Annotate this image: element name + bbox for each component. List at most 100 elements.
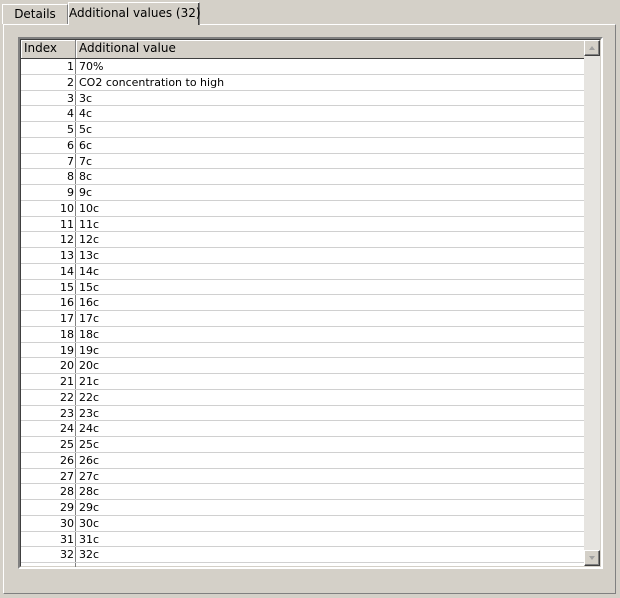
- table-row[interactable]: 7 7c: [21, 153, 596, 170]
- table-row[interactable]: 21 21c: [21, 374, 596, 390]
- additional-values-list[interactable]: Index Additional value 1 70% 2 CO2 concentr…: [18, 37, 603, 569]
- table-row[interactable]: 32 32c: [21, 547, 596, 563]
- table-row[interactable]: 5 5c: [21, 122, 596, 138]
- table-row[interactable]: 31 31c: [21, 531, 596, 548]
- row-index: 5: [21, 122, 76, 137]
- row-index: 27: [21, 468, 76, 484]
- row-additional-value: 10c: [79, 201, 100, 215]
- row-additional-value: 20c: [79, 359, 100, 373]
- row-additional-value: 23c: [79, 406, 100, 420]
- scroll-up-button[interactable]: [584, 40, 600, 56]
- row-additional-value: 8c: [79, 170, 93, 184]
- tab-additional-values[interactable]: Additional values (32): [68, 2, 201, 25]
- row-additional-value: 15c: [79, 280, 100, 294]
- row-additional-value: 21c: [79, 375, 100, 388]
- row-index: 1: [21, 59, 76, 74]
- scroll-down-arrow-icon: [589, 556, 595, 560]
- row-additional-value: 27c: [79, 469, 100, 483]
- tab-details[interactable]: Details: [2, 4, 68, 24]
- column-header-additional-value[interactable]: Additional value: [76, 40, 596, 58]
- row-additional-value: 5c: [79, 123, 93, 136]
- row-index: 4: [21, 106, 76, 121]
- empty-row-index: [21, 563, 76, 567]
- row-additional-value: 70%: [79, 60, 104, 73]
- table-row[interactable]: 26 26c: [21, 452, 596, 469]
- tab-panel: Index Additional value 1 70% 2 CO2 concentr…: [3, 24, 616, 594]
- row-index: 25: [21, 437, 76, 452]
- column-header-index[interactable]: Index: [21, 40, 76, 58]
- row-index: 8: [21, 169, 76, 184]
- row-index: 12: [21, 232, 76, 247]
- table-row[interactable]: 28 28c: [21, 484, 596, 500]
- table-row[interactable]: 17 17c: [21, 311, 596, 327]
- vertical-scrollbar[interactable]: [584, 40, 600, 566]
- table-row[interactable]: 11 11c: [21, 216, 596, 233]
- row-index: 9: [21, 185, 76, 200]
- row-additional-value: 14c: [79, 264, 100, 278]
- table-row[interactable]: 29 29c: [21, 500, 596, 516]
- table-row[interactable]: 16 16c: [21, 295, 596, 311]
- row-additional-value: 4c: [79, 107, 93, 121]
- row-additional-value: 9c: [79, 186, 93, 199]
- table-row[interactable]: 3 3c: [21, 90, 596, 107]
- table-row[interactable]: 23 23c: [21, 405, 596, 422]
- row-index: 22: [21, 389, 76, 405]
- row-additional-value: 24c: [79, 422, 100, 436]
- row-index: 6: [21, 137, 76, 153]
- table-row[interactable]: 1 70%: [21, 59, 596, 75]
- table-row[interactable]: 12 12c: [21, 232, 596, 248]
- row-additional-value: 19c: [79, 343, 100, 357]
- table-row[interactable]: 13 13c: [21, 248, 596, 264]
- tab-bar: Details Additional values (32): [0, 0, 620, 25]
- table-row[interactable]: 9 9c: [21, 185, 596, 201]
- row-index: 13: [21, 248, 76, 263]
- row-index: 32: [21, 547, 76, 562]
- row-index: 7: [21, 153, 76, 169]
- row-index: 31: [21, 531, 76, 547]
- table-row[interactable]: 27 27c: [21, 468, 596, 485]
- row-additional-value: 6c: [79, 138, 93, 152]
- table-row[interactable]: 15 15c: [21, 279, 596, 296]
- row-index: 30: [21, 515, 76, 531]
- table-row[interactable]: 25 25c: [21, 437, 596, 453]
- table-row[interactable]: 30 30c: [21, 515, 596, 532]
- row-index: 29: [21, 500, 76, 515]
- row-index: 3: [21, 90, 76, 106]
- row-additional-value: 18c: [79, 327, 100, 341]
- table-row[interactable]: 24 24c: [21, 421, 596, 437]
- row-additional-value: CO2 concentration to high: [79, 75, 225, 89]
- table-row[interactable]: 6 6c: [21, 137, 596, 154]
- table-row[interactable]: 18 18c: [21, 326, 596, 343]
- row-index: 23: [21, 405, 76, 421]
- table-row[interactable]: 2 CO2 concentration to high: [21, 74, 596, 91]
- table-row[interactable]: 8 8c: [21, 169, 596, 185]
- row-index: 26: [21, 452, 76, 468]
- row-additional-value: 26c: [79, 453, 100, 467]
- table-row[interactable]: 14 14c: [21, 263, 596, 280]
- table-row[interactable]: 19 19c: [21, 342, 596, 359]
- table-row[interactable]: 22 22c: [21, 389, 596, 406]
- row-additional-value: 11c: [79, 217, 100, 231]
- row-additional-value: 12c: [79, 233, 100, 247]
- row-index: 16: [21, 295, 76, 310]
- scroll-down-button[interactable]: [584, 550, 600, 566]
- row-additional-value: 25c: [79, 438, 100, 451]
- empty-row: [21, 563, 596, 567]
- row-index: 19: [21, 342, 76, 358]
- row-additional-value: 30c: [79, 516, 100, 530]
- row-index: 10: [21, 200, 76, 216]
- row-index: 24: [21, 421, 76, 436]
- row-additional-value: 17c: [79, 312, 100, 325]
- row-additional-value: 16c: [79, 296, 100, 310]
- row-index: 11: [21, 216, 76, 232]
- list-header: Index Additional value: [21, 40, 596, 59]
- row-additional-value: 31c: [79, 532, 100, 546]
- table-row[interactable]: 4 4c: [21, 106, 596, 122]
- row-index: 2: [21, 74, 76, 90]
- row-index: 20: [21, 358, 76, 373]
- row-index: 28: [21, 484, 76, 499]
- list-rows: 1 70% 2 CO2 concentration to high 3 3c 4 4c 5 5c 6…: [21, 59, 596, 567]
- table-row[interactable]: 10 10c: [21, 200, 596, 217]
- table-row[interactable]: 20 20c: [21, 358, 596, 374]
- row-index: 14: [21, 263, 76, 279]
